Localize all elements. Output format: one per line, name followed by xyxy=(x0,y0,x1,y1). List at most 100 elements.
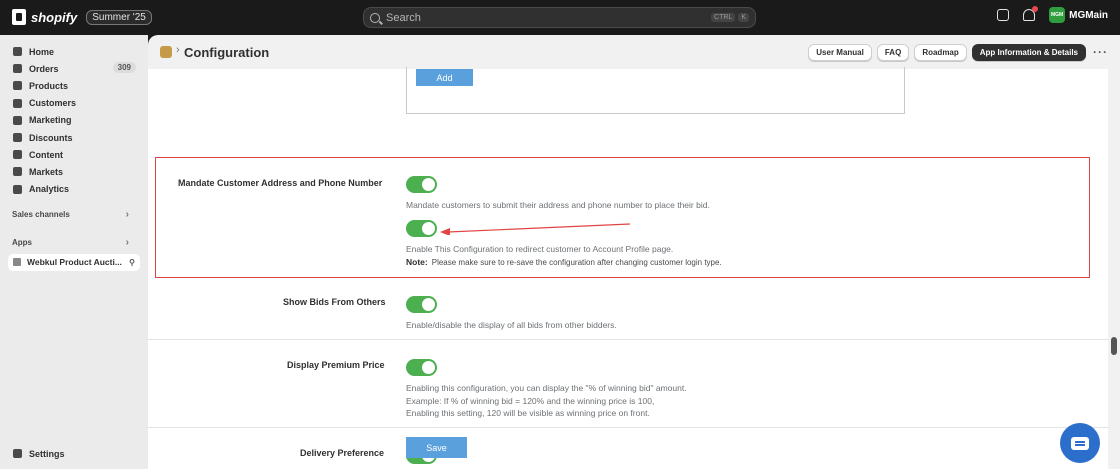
sidebar-item-products[interactable]: Products xyxy=(0,77,148,94)
sidebar-item-markets[interactable]: Markets xyxy=(0,163,148,180)
gear-icon xyxy=(13,449,22,459)
markets-icon xyxy=(13,167,22,177)
pin-icon[interactable]: ⚲ xyxy=(129,258,135,267)
sidebar-item-label: Home xyxy=(29,46,55,57)
sidebar-item-content[interactable]: Content xyxy=(0,146,148,163)
sidebar-item-label: Analytics xyxy=(29,184,70,195)
sidebar-item-home[interactable]: Home xyxy=(0,43,148,60)
app-icon xyxy=(13,258,21,267)
discounts-icon xyxy=(13,133,22,143)
save-button[interactable]: Save xyxy=(406,437,467,458)
note-text: Please make sure to re-save the configur… xyxy=(431,258,722,267)
sidebar-item-label: Markets xyxy=(29,166,64,177)
scrollbar-thumb[interactable] xyxy=(1111,337,1117,355)
chat-icon xyxy=(1071,436,1089,450)
sidebar-item-settings[interactable]: Settings xyxy=(0,445,78,462)
divider xyxy=(148,427,1108,428)
breadcrumb-chevron-icon: › xyxy=(176,44,180,56)
show-bids-help: Enable/disable the display of all bids f… xyxy=(406,320,617,330)
chevron-right-icon: › xyxy=(125,237,129,249)
mandate-help-2: Enable This Configuration to redirect cu… xyxy=(406,244,674,254)
sidebar-item-marketing[interactable]: Marketing xyxy=(0,112,148,129)
more-actions-icon[interactable]: ··· xyxy=(1093,45,1108,59)
shortcut-k: K xyxy=(738,13,749,22)
content-icon xyxy=(13,150,22,160)
store-menu[interactable]: MGM MGMain xyxy=(1049,7,1108,23)
apps-section[interactable]: Apps › xyxy=(0,236,148,250)
sidebar-item-label: Marketing xyxy=(29,115,72,126)
sidebar-item-analytics[interactable]: Analytics xyxy=(0,181,148,198)
sales-channels-section[interactable]: Sales channels › xyxy=(0,208,148,222)
user-manual-button[interactable]: User Manual xyxy=(808,44,872,61)
chevron-right-icon: › xyxy=(125,209,129,221)
configuration-panel: Add Mandate Customer Address and Phone N… xyxy=(148,67,1108,469)
top-bar: shopify Summer '25 Search CTRL K MGM MGM… xyxy=(0,0,1120,35)
app-info-button[interactable]: App Information & Details xyxy=(971,44,1086,61)
sidebar-item-label: Customers xyxy=(29,98,77,109)
options-box xyxy=(406,67,905,114)
main-area: › Configuration User Manual FAQ Roadmap … xyxy=(148,35,1120,469)
sales-channels-label: Sales channels xyxy=(12,210,70,220)
note-label: Note: xyxy=(406,257,428,267)
roadmap-button[interactable]: Roadmap xyxy=(914,44,967,61)
annotation-arrow xyxy=(440,223,631,235)
mandate-label: Mandate Customer Address and Phone Numbe… xyxy=(178,178,383,188)
arrow-head xyxy=(440,228,450,235)
store-avatar: MGM xyxy=(1049,7,1066,23)
notification-bell-icon[interactable] xyxy=(1023,6,1039,21)
mandate-toggle[interactable] xyxy=(406,176,437,193)
premium-price-label: Display Premium Price xyxy=(287,360,385,370)
edition-badge[interactable]: Summer '25 xyxy=(86,9,152,25)
show-bids-toggle[interactable] xyxy=(406,296,437,313)
sidebar-item-customers[interactable]: Customers xyxy=(0,95,148,112)
sidebar-item-orders[interactable]: Orders 309 xyxy=(0,60,148,77)
analytics-icon xyxy=(13,184,22,194)
products-icon xyxy=(13,81,22,91)
faq-button[interactable]: FAQ xyxy=(876,44,910,61)
premium-help-3: Enabling this setting, 120 will be visib… xyxy=(406,408,650,418)
add-button[interactable]: Add xyxy=(416,69,473,86)
page-header: › Configuration User Manual FAQ Roadmap … xyxy=(148,35,1120,69)
customers-icon xyxy=(13,98,22,108)
premium-help-1: Enabling this configuration, you can dis… xyxy=(406,383,687,393)
mandate-help-1: Mandate customers to submit their addres… xyxy=(406,200,710,210)
apps-label: Apps xyxy=(12,238,32,248)
redirect-profile-toggle[interactable] xyxy=(406,220,437,237)
brand-name: shopify xyxy=(31,9,78,25)
home-icon xyxy=(13,47,22,57)
app-item-label: Webkul Product Aucti... xyxy=(27,257,122,268)
premium-price-toggle[interactable] xyxy=(406,359,437,376)
scrollbar[interactable] xyxy=(1108,69,1120,469)
arrow-line xyxy=(447,223,631,233)
orders-count-badge: 309 xyxy=(112,62,136,74)
inbox-icon[interactable] xyxy=(997,9,1010,21)
divider xyxy=(148,339,1108,340)
orders-icon xyxy=(13,64,22,74)
app-icon xyxy=(160,46,172,58)
show-bids-label: Show Bids From Others xyxy=(283,297,386,307)
shopify-logo[interactable]: shopify Summer '25 xyxy=(12,9,152,25)
notification-dot xyxy=(1032,6,1039,12)
header-buttons: User Manual FAQ Roadmap App Information … xyxy=(808,44,1086,61)
delivery-preference-label: Delivery Preference xyxy=(300,448,385,458)
sidebar-item-discounts[interactable]: Discounts xyxy=(0,129,148,146)
search-icon xyxy=(370,12,380,23)
premium-help-2: Example: If % of winning bid = 120% and … xyxy=(406,396,655,406)
mandate-note: Note: Please make sure to re-save the con… xyxy=(406,257,722,267)
sidebar: Home Orders 309 Products Customers Market… xyxy=(0,35,148,469)
sidebar-item-label: Products xyxy=(29,80,69,91)
page-title: Configuration xyxy=(184,45,270,60)
sidebar-item-label: Discounts xyxy=(29,132,73,143)
sidebar-item-webkul-app[interactable]: Webkul Product Aucti... ⚲ xyxy=(8,253,140,271)
search-placeholder: Search xyxy=(386,11,421,24)
chat-button[interactable] xyxy=(1060,423,1100,463)
shortcut-ctrl: CTRL xyxy=(711,13,736,22)
search-bar[interactable]: Search CTRL K xyxy=(363,7,756,28)
shopify-bag-icon xyxy=(12,9,26,25)
sidebar-item-label: Orders xyxy=(29,63,59,74)
sidebar-item-label: Content xyxy=(29,149,63,160)
sidebar-item-label: Settings xyxy=(29,448,65,459)
marketing-icon xyxy=(13,115,22,125)
store-name: MGMain xyxy=(1069,9,1108,21)
top-right-actions: MGM MGMain xyxy=(997,6,1108,23)
